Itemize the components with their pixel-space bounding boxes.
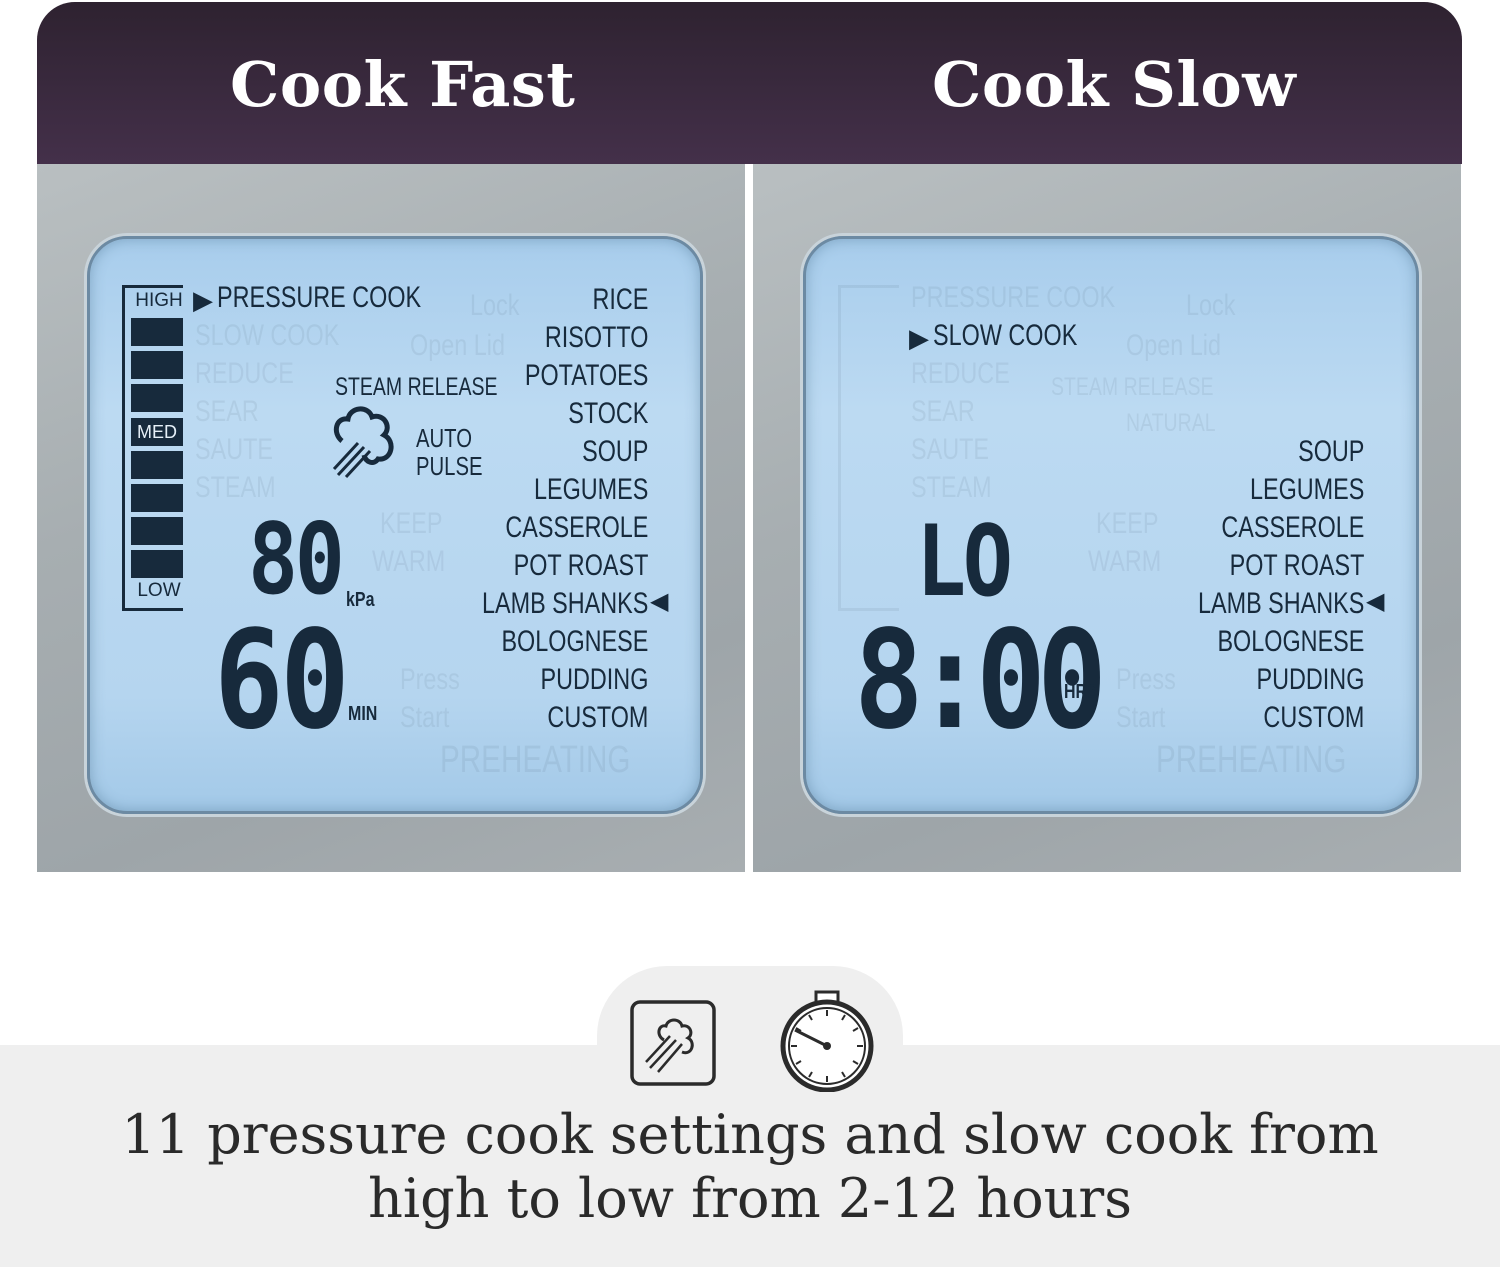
pressure-unit: kPa bbox=[346, 589, 375, 611]
level-segment bbox=[131, 384, 183, 412]
cook-slow-lcd: PRESSURE COOK ▶ SLOW COOK REDUCE SEAR SA… bbox=[803, 236, 1419, 814]
steam-release-label: STEAM RELEASE bbox=[335, 373, 498, 401]
steam-icon bbox=[332, 406, 394, 479]
menu-item: STOCK bbox=[567, 397, 648, 430]
ghost-start-label: Start bbox=[1116, 701, 1166, 734]
menu-item: CASSEROLE bbox=[1220, 511, 1364, 544]
ghost-warm-label: WARM bbox=[372, 545, 446, 578]
ghost-steam-release-label: STEAM RELEASE bbox=[1051, 373, 1214, 401]
ghost-mode: SAUTE bbox=[911, 433, 990, 466]
ghost-mode: REDUCE bbox=[911, 357, 1010, 390]
active-mode-arrow-icon: ▶ bbox=[909, 323, 929, 353]
pressure-level-bar: HIGH MED LOW bbox=[122, 285, 183, 611]
menu-item: RISOTTO bbox=[544, 321, 648, 354]
ghost-keep-label: KEEP bbox=[1096, 507, 1159, 540]
menu-item: LEGUMES bbox=[1249, 473, 1364, 506]
ghost-mode: SAUTE bbox=[195, 433, 274, 466]
level-segment bbox=[131, 517, 183, 545]
ghost-lock-label: Lock bbox=[1186, 289, 1236, 322]
selected-pointer-icon: ◀ bbox=[650, 588, 669, 615]
menu-item: SOUP bbox=[1297, 435, 1364, 468]
ghost-mode: STEAM bbox=[195, 471, 276, 504]
ghost-press-label: Press bbox=[400, 663, 460, 696]
level-high-label: HIGH bbox=[135, 290, 183, 311]
level-segment bbox=[131, 318, 183, 346]
time-readout: 8:00 bbox=[854, 602, 1107, 760]
program-menu: SOUP LEGUMES CASSEROLE POT ROAST LAMB SH… bbox=[1198, 433, 1364, 737]
ghost-preheating-label: PREHEATING bbox=[440, 739, 631, 781]
menu-item: POTATOES bbox=[524, 359, 648, 392]
ghost-mode: SEAR bbox=[195, 395, 259, 428]
level-segment bbox=[131, 484, 183, 512]
menu-item-selected: LAMB SHANKS bbox=[481, 587, 648, 620]
menu-item: RICE bbox=[592, 283, 648, 316]
menu-item: PUDDING bbox=[540, 663, 648, 696]
time-unit: HRS bbox=[1064, 681, 1098, 703]
level-med-label: MED bbox=[131, 418, 183, 446]
active-mode-label: PRESSURE COOK bbox=[217, 281, 422, 314]
cook-slow-title: Cook Slow bbox=[932, 48, 1297, 121]
ghost-mode: REDUCE bbox=[195, 357, 294, 390]
menu-item: LEGUMES bbox=[533, 473, 648, 506]
cook-fast-panel: HIGH MED LOW ▶ PRESSURE COOK SLOW COOK R… bbox=[37, 164, 745, 872]
ghost-start-label: Start bbox=[400, 701, 450, 734]
feature-caption-line1: 11 pressure cook settings and slow cook … bbox=[121, 1103, 1379, 1166]
ghost-keep-label: KEEP bbox=[380, 507, 443, 540]
feature-caption-line2: high to low from 2-12 hours bbox=[368, 1167, 1132, 1230]
ghost-mode: PRESSURE COOK bbox=[911, 281, 1116, 314]
active-mode-label: SLOW COOK bbox=[933, 319, 1078, 352]
stopwatch-icon bbox=[780, 990, 874, 1092]
menu-item: CUSTOM bbox=[547, 701, 648, 734]
active-mode-arrow-icon: ▶ bbox=[193, 285, 213, 315]
steam-mode-line1: AUTO bbox=[416, 423, 472, 453]
cook-fast-title: Cook Fast bbox=[230, 48, 576, 121]
menu-item-selected: LAMB SHANKS bbox=[1197, 587, 1364, 620]
time-readout: 60 bbox=[214, 602, 350, 760]
menu-item: BOLOGNESE bbox=[1217, 625, 1364, 658]
menu-item: POT ROAST bbox=[1229, 549, 1364, 582]
ghost-open-lid-label: Open Lid bbox=[1126, 329, 1221, 362]
ghost-mode: SLOW COOK bbox=[195, 319, 340, 352]
temperature-setting-readout: LO bbox=[916, 505, 1013, 619]
level-segment bbox=[131, 550, 183, 578]
ghost-level-bar bbox=[838, 285, 899, 611]
ghost-preheating-label: PREHEATING bbox=[1156, 739, 1347, 781]
steam-mode-line2: PULSE bbox=[416, 451, 483, 481]
cook-slow-panel: PRESSURE COOK ▶ SLOW COOK REDUCE SEAR SA… bbox=[753, 164, 1461, 872]
menu-item: POT ROAST bbox=[513, 549, 648, 582]
menu-item: PUDDING bbox=[1256, 663, 1364, 696]
ghost-warm-label: WARM bbox=[1088, 545, 1162, 578]
feature-icon-tab bbox=[597, 966, 903, 1092]
selected-pointer-icon: ◀ bbox=[1366, 588, 1385, 615]
ghost-press-label: Press bbox=[1116, 663, 1176, 696]
menu-item: SOUP bbox=[581, 435, 648, 468]
steam-release-icon bbox=[630, 1000, 716, 1086]
ghost-mode: STEAM bbox=[911, 471, 992, 504]
menu-item: CUSTOM bbox=[1263, 701, 1364, 734]
level-segment bbox=[131, 351, 183, 379]
program-menu: RICE RISOTTO POTATOES STOCK SOUP LEGUMES… bbox=[482, 281, 648, 737]
menu-item: BOLOGNESE bbox=[501, 625, 648, 658]
ghost-mode: SEAR bbox=[911, 395, 975, 428]
level-low-label: LOW bbox=[137, 580, 181, 601]
menu-item: CASSEROLE bbox=[504, 511, 648, 544]
level-segment bbox=[131, 451, 183, 479]
header-banner: Cook Fast Cook Slow bbox=[37, 2, 1462, 164]
pressure-readout: 80 bbox=[248, 503, 345, 617]
time-unit: MIN bbox=[348, 703, 378, 725]
cook-fast-lcd: HIGH MED LOW ▶ PRESSURE COOK SLOW COOK R… bbox=[87, 236, 703, 814]
